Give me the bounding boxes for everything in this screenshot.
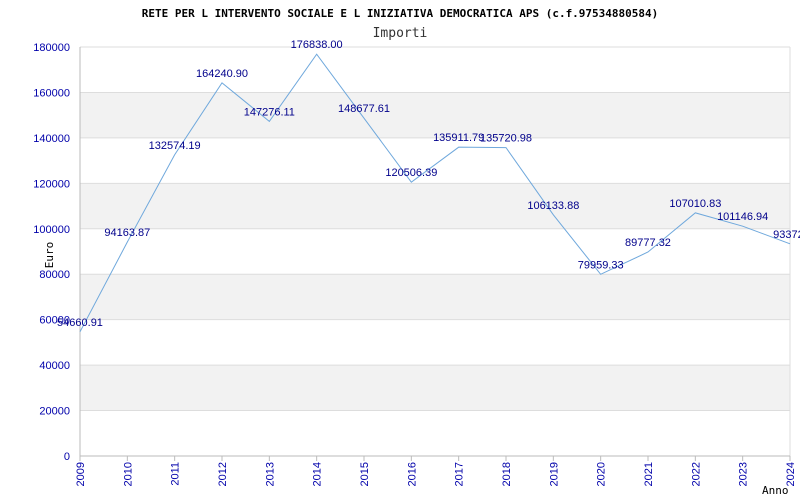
data-label: 176838.00	[291, 39, 343, 51]
y-tick-label: 120000	[33, 178, 70, 190]
grid-band	[80, 319, 790, 366]
y-tick-label: 160000	[33, 87, 70, 99]
chart-title: RETE PER L INTERVENTO SOCIALE E L INIZIA…	[142, 7, 659, 20]
data-label: 107010.83	[669, 198, 721, 210]
data-label: 132574.19	[149, 140, 201, 152]
data-label: 135911.79	[433, 132, 484, 144]
data-label: 54660.91	[57, 317, 103, 329]
data-label: 148677.61	[338, 103, 390, 115]
data-label: 93372.	[773, 229, 800, 241]
y-tick-label: 140000	[33, 133, 70, 145]
chart-canvas: RETE PER L INTERVENTO SOCIALE E L INIZIA…	[33, 7, 800, 497]
grid-band	[80, 274, 790, 320]
x-tick-label: 2011	[170, 462, 182, 486]
x-tick-label: 2018	[501, 462, 513, 486]
x-tick-label: 2012	[217, 462, 229, 486]
x-tick-label: 2016	[406, 462, 418, 486]
x-tick-label: 2023	[738, 462, 750, 486]
y-axis-label: Euro	[43, 242, 56, 269]
grid-band	[80, 410, 790, 456]
data-label: 101146.94	[717, 211, 768, 223]
y-tick-label: 0	[64, 451, 70, 463]
x-tick-label: 2009	[75, 462, 87, 486]
y-tick-label: 20000	[39, 406, 70, 418]
y-tick-label: 80000	[39, 269, 70, 281]
x-tick-label: 2014	[312, 462, 324, 486]
grid-band	[80, 365, 790, 411]
data-label: 89777.32	[625, 237, 671, 249]
x-tick-label: 2010	[122, 462, 134, 486]
x-tick-label: 2022	[690, 462, 702, 486]
grid-band	[80, 92, 790, 138]
data-label: 94163.87	[104, 227, 150, 239]
y-tick-label: 100000	[33, 224, 70, 236]
x-tick-label: 2017	[454, 462, 466, 486]
data-label: 164240.90	[196, 68, 248, 80]
x-axis-label: Anno	[762, 484, 789, 497]
grid-band	[80, 47, 790, 93]
x-tick-label: 2019	[548, 462, 560, 486]
data-label: 106133.88	[527, 200, 579, 212]
x-axis-ticks: 2009 2010 2011 2012 2013 2014 2015 2016 2017 2018…	[75, 456, 797, 486]
x-tick-label: 2021	[643, 462, 655, 486]
chart-subtitle: Importi	[373, 26, 428, 41]
x-tick-label: 2024	[785, 462, 797, 486]
chart: RETE PER L INTERVENTO SOCIALE E L INIZIA…	[0, 0, 800, 500]
data-label: 147276.11	[244, 106, 295, 118]
data-label: 135720.98	[480, 133, 532, 145]
data-label: 79959.33	[578, 259, 624, 271]
y-tick-label: 180000	[33, 42, 70, 54]
grid-band	[80, 228, 790, 275]
x-tick-label: 2013	[264, 462, 276, 486]
x-tick-label: 2020	[596, 462, 608, 486]
y-tick-label: 40000	[39, 360, 70, 372]
x-tick-label: 2015	[359, 462, 371, 486]
grid-bands	[80, 47, 790, 456]
data-label: 120506.39	[385, 167, 437, 179]
